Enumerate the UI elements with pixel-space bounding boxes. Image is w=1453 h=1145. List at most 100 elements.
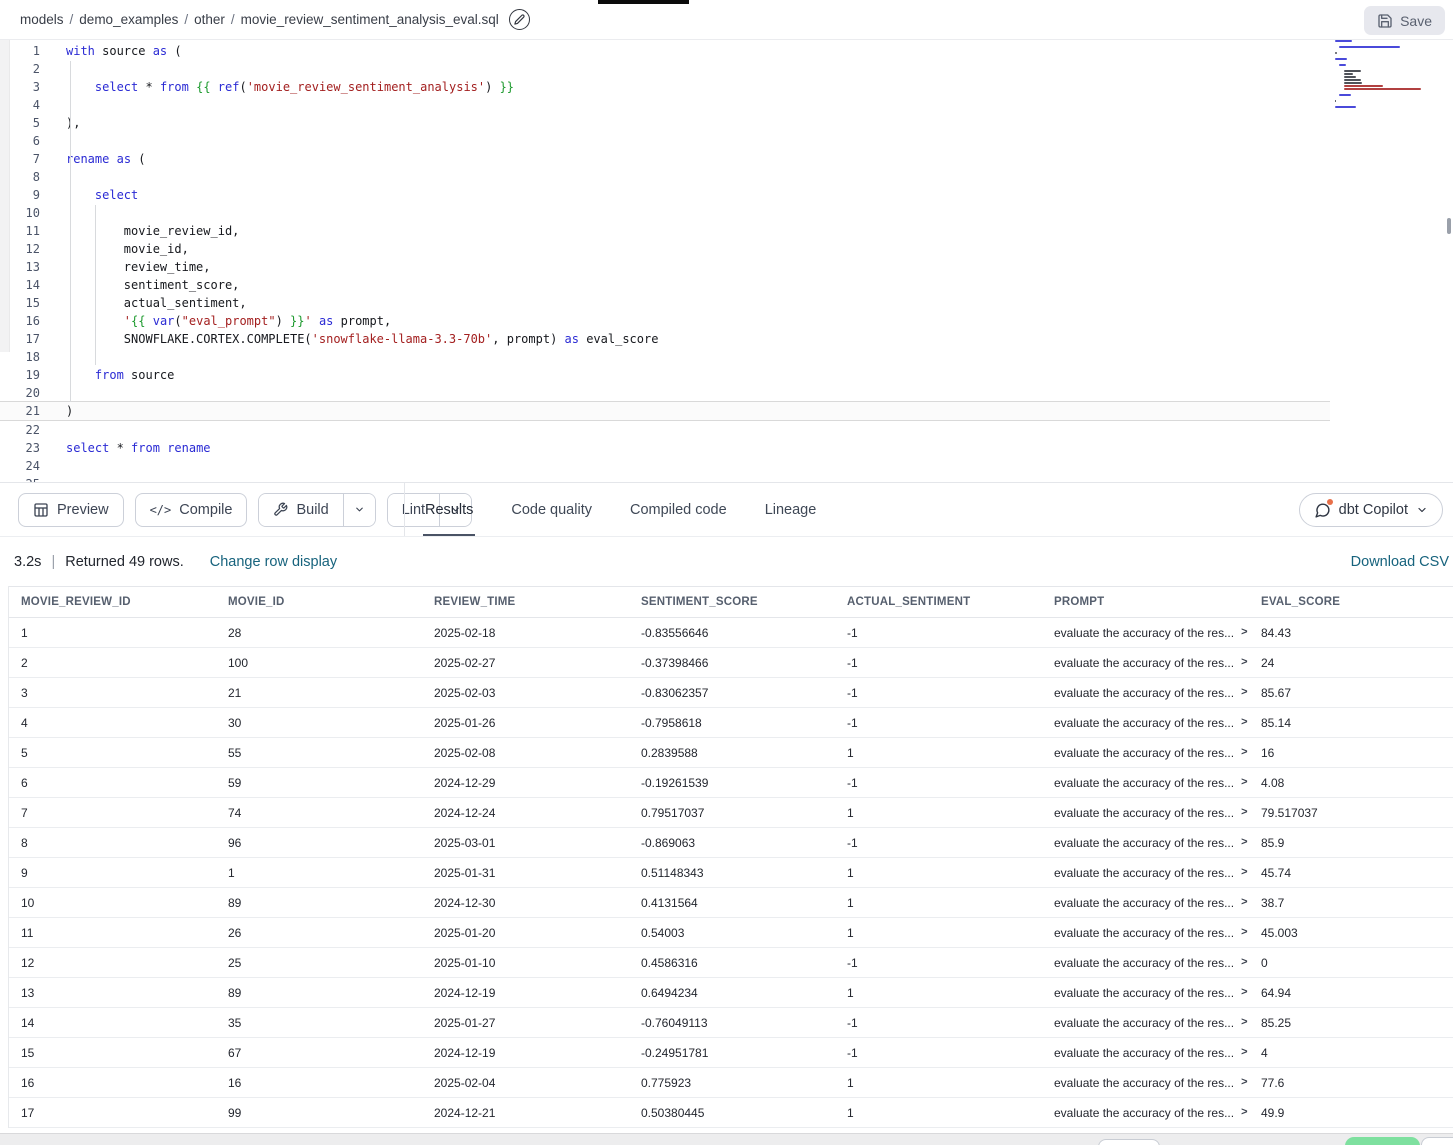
change-row-display-link[interactable]: Change row display <box>210 554 337 570</box>
expand-chevron-icon[interactable]: > <box>1241 956 1247 968</box>
line-number: 16 <box>0 312 40 330</box>
code-text <box>40 348 66 366</box>
editor-scrollbar[interactable] <box>1447 218 1451 234</box>
table-cell: 11 <box>9 926 216 940</box>
code-line[interactable]: 14 sentiment_score, <box>0 276 1453 294</box>
expand-chevron-icon[interactable]: > <box>1241 686 1247 698</box>
expand-chevron-icon[interactable]: > <box>1241 656 1247 668</box>
column-header-prompt[interactable]: PROMPT <box>1042 596 1249 608</box>
tab-code-quality[interactable]: Code quality <box>511 483 592 537</box>
breadcrumb-item-models[interactable]: models <box>20 12 64 27</box>
expand-chevron-icon[interactable]: > <box>1241 896 1247 908</box>
code-line[interactable]: 18 <box>0 348 1453 366</box>
code-line[interactable]: 5), <box>0 114 1453 132</box>
code-line[interactable]: 7rename as ( <box>0 150 1453 168</box>
minimap-line <box>1344 73 1353 75</box>
download-csv-link[interactable]: Download CSV <box>1351 554 1449 570</box>
expand-chevron-icon[interactable]: > <box>1241 1016 1247 1028</box>
editor-minimap[interactable] <box>1335 40 1445 115</box>
column-header-eval-score[interactable]: EVAL_SCORE <box>1249 596 1453 608</box>
code-line[interactable]: 9 select <box>0 186 1453 204</box>
expand-chevron-icon[interactable]: > <box>1241 626 1247 638</box>
edit-pencil-icon[interactable] <box>509 9 530 30</box>
expand-chevron-icon[interactable]: > <box>1241 1106 1247 1118</box>
dbt-copilot-button[interactable]: dbt Copilot <box>1299 493 1443 527</box>
table-cell: 2 <box>9 656 216 670</box>
code-line[interactable]: 13 review_time, <box>0 258 1453 276</box>
code-lines[interactable]: 1with source as (23 select * from {{ ref… <box>0 42 1453 482</box>
expand-chevron-icon[interactable]: > <box>1241 836 1247 848</box>
expand-chevron-icon[interactable]: > <box>1241 1076 1247 1088</box>
partial-green-button[interactable] <box>1345 1137 1420 1145</box>
minimap-line <box>1344 88 1422 90</box>
expand-chevron-icon[interactable]: > <box>1241 866 1247 878</box>
code-line[interactable]: 12 movie_id, <box>0 240 1453 258</box>
code-line[interactable]: 11 movie_review_id, <box>0 222 1453 240</box>
build-button[interactable]: Build <box>259 494 342 526</box>
column-header-movie-review-id[interactable]: MOVIE_REVIEW_ID <box>9 596 216 608</box>
table-cell: -0.83556646 <box>629 626 835 640</box>
code-line[interactable]: 19 from source <box>0 366 1453 384</box>
column-header-sentiment-score[interactable]: SENTIMENT_SCORE <box>629 596 835 608</box>
partial-button[interactable] <box>1098 1139 1160 1145</box>
table-cell: 2024-12-19 <box>422 1046 629 1060</box>
eval-score-cell: 77.6 <box>1249 1076 1453 1090</box>
expand-chevron-icon[interactable]: > <box>1241 806 1247 818</box>
breadcrumb-item-other[interactable]: other <box>194 12 225 27</box>
partial-outline-button[interactable] <box>1421 1137 1453 1145</box>
expand-chevron-icon[interactable]: > <box>1241 746 1247 758</box>
prompt-text: evaluate the accuracy of the res... <box>1054 806 1234 820</box>
compile-button[interactable]: </> Compile <box>135 493 248 527</box>
table-row: 14352025-01-27-0.76049113-1evaluate the … <box>9 1008 1453 1038</box>
code-line[interactable]: 17 SNOWFLAKE.CORTEX.COMPLETE('snowflake-… <box>0 330 1453 348</box>
line-number: 9 <box>0 186 40 204</box>
minimap-line <box>1344 70 1361 72</box>
code-line[interactable]: 20 <box>0 384 1453 402</box>
expand-chevron-icon[interactable]: > <box>1241 1046 1247 1058</box>
table-cell: 2025-02-03 <box>422 686 629 700</box>
code-line[interactable]: 3 select * from {{ ref('movie_review_sen… <box>0 78 1453 96</box>
line-number: 5 <box>0 114 40 132</box>
breadcrumb-item-demo-examples[interactable]: demo_examples <box>79 12 178 27</box>
code-line[interactable]: 1with source as ( <box>0 42 1453 60</box>
table-cell: -0.37398466 <box>629 656 835 670</box>
code-line[interactable]: 2 <box>0 60 1453 78</box>
tab-results[interactable]: Results <box>425 483 473 537</box>
code-line[interactable]: 21) <box>0 401 1330 421</box>
expand-chevron-icon[interactable]: > <box>1241 716 1247 728</box>
tab-lineage[interactable]: Lineage <box>765 483 817 537</box>
column-header-actual-sentiment[interactable]: ACTUAL_SENTIMENT <box>835 596 1042 608</box>
code-editor[interactable]: 1with source as (23 select * from {{ ref… <box>0 40 1453 482</box>
breadcrumb-item-filename[interactable]: movie_review_sentiment_analysis_eval.sql <box>241 12 499 27</box>
build-dropdown-chevron-icon[interactable] <box>343 494 375 526</box>
table-cell: 55 <box>216 746 422 760</box>
code-line[interactable]: 4 <box>0 96 1453 114</box>
table-cell: 0.6494234 <box>629 986 835 1000</box>
breadcrumb-separator: / <box>231 12 235 27</box>
code-line[interactable]: 16 '{{ var("eval_prompt") }}' as prompt, <box>0 312 1453 330</box>
code-line[interactable]: 22 <box>0 421 1453 439</box>
prompt-text: evaluate the accuracy of the res... <box>1054 746 1234 760</box>
table-cell: 1 <box>835 896 1042 910</box>
code-line[interactable]: 8 <box>0 168 1453 186</box>
minimap-line <box>1335 58 1347 60</box>
code-text <box>40 60 66 78</box>
table-cell: 0.51148343 <box>629 866 835 880</box>
code-text <box>40 96 66 114</box>
save-button[interactable]: Save <box>1364 6 1445 35</box>
preview-button[interactable]: Preview <box>18 493 124 527</box>
tab-compiled-code[interactable]: Compiled code <box>630 483 727 537</box>
code-line[interactable]: 25 <box>0 475 1453 482</box>
expand-chevron-icon[interactable]: > <box>1241 926 1247 938</box>
expand-chevron-icon[interactable]: > <box>1241 986 1247 998</box>
code-line[interactable]: 10 <box>0 204 1453 222</box>
column-header-review-time[interactable]: REVIEW_TIME <box>422 596 629 608</box>
expand-chevron-icon[interactable]: > <box>1241 776 1247 788</box>
code-line[interactable]: 15 actual_sentiment, <box>0 294 1453 312</box>
eval-score-cell: 38.7 <box>1249 896 1453 910</box>
code-line[interactable]: 24 <box>0 457 1453 475</box>
column-header-movie-id[interactable]: MOVIE_ID <box>216 596 422 608</box>
line-number: 13 <box>0 258 40 276</box>
code-line[interactable]: 23select * from rename <box>0 439 1453 457</box>
code-line[interactable]: 6 <box>0 132 1453 150</box>
